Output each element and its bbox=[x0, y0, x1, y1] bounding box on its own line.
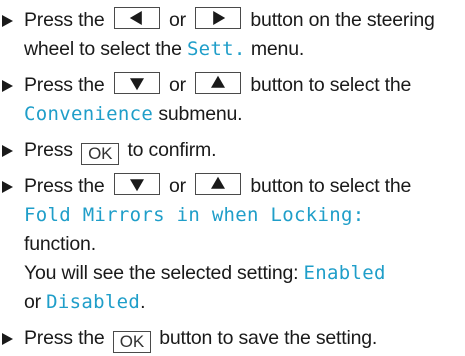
step-select-convenience-submenu: Press the or button to select the Conven… bbox=[0, 71, 465, 129]
left-triangle-icon bbox=[129, 11, 142, 25]
instruction-page: Press the or button on the steering whee… bbox=[0, 0, 465, 356]
left-arrow-key bbox=[113, 7, 160, 29]
bullet-arrow-icon bbox=[2, 15, 13, 27]
function-name: Fold Mirrors in when Locking: bbox=[24, 204, 365, 226]
step-text: Press the bbox=[24, 9, 105, 31]
step-text: You will see the selected setting: bbox=[24, 262, 299, 284]
up-arrow-key bbox=[195, 72, 242, 94]
step-text: button to select the bbox=[250, 74, 412, 96]
up-triangle-icon bbox=[211, 176, 226, 189]
step-save-setting: Press the OK button to save the setting. bbox=[0, 324, 465, 353]
up-arrow-key bbox=[195, 173, 242, 195]
step-text: button to select the bbox=[250, 175, 412, 197]
submenu-name-convenience: Convenience bbox=[24, 103, 154, 125]
bullet-arrow-icon bbox=[2, 80, 13, 92]
setting-enabled: Enabled bbox=[303, 262, 386, 284]
ok-key: OK bbox=[81, 143, 120, 165]
down-arrow-key bbox=[113, 72, 160, 94]
step-text: to confirm. bbox=[127, 139, 217, 161]
bullet-arrow-icon bbox=[2, 145, 13, 157]
step-text: . bbox=[140, 291, 146, 313]
setting-disabled: Disabled bbox=[46, 291, 141, 313]
ok-key: OK bbox=[112, 331, 151, 353]
up-triangle-icon bbox=[211, 75, 226, 88]
step-text: or bbox=[169, 175, 186, 197]
step-text: or bbox=[24, 291, 41, 313]
down-arrow-key bbox=[113, 173, 160, 195]
step-text: button to save the setting. bbox=[159, 327, 378, 349]
menu-name-sett: Sett. bbox=[186, 38, 246, 60]
bullet-arrow-icon bbox=[2, 181, 13, 193]
step-text: function. bbox=[24, 233, 96, 255]
step-text: menu. bbox=[250, 38, 305, 60]
step-text: Press the bbox=[24, 327, 105, 349]
step-text: Press bbox=[24, 139, 73, 161]
right-triangle-icon bbox=[213, 11, 226, 25]
step-select-sett-menu: Press the or button on the steering whee… bbox=[0, 6, 465, 64]
step-select-function: Press the or button to select the Fold M… bbox=[0, 172, 465, 317]
down-triangle-icon bbox=[129, 179, 144, 192]
bullet-arrow-icon bbox=[2, 333, 13, 345]
down-triangle-icon bbox=[129, 78, 144, 91]
right-arrow-key bbox=[195, 7, 242, 29]
step-text: or bbox=[169, 9, 186, 31]
step-text: or bbox=[169, 74, 186, 96]
step-text: Press the bbox=[24, 175, 105, 197]
step-text: submenu. bbox=[158, 103, 243, 125]
step-text: Press the bbox=[24, 74, 105, 96]
step-confirm: Press OK to confirm. bbox=[0, 136, 465, 165]
